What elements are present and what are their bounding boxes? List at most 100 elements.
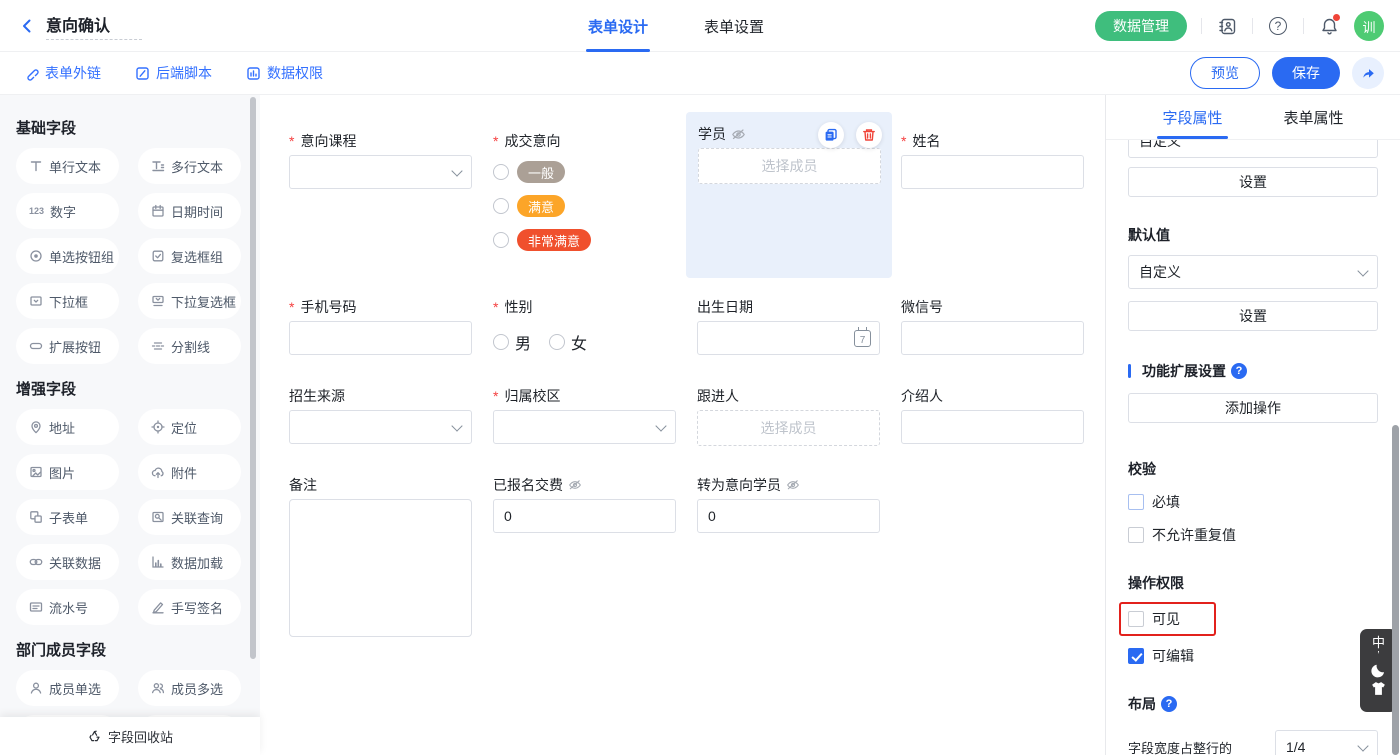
preview-button[interactable]: 预览 [1190, 57, 1260, 89]
default-value-select[interactable]: 自定义 [1128, 255, 1378, 289]
palette-item-extension-button[interactable]: 扩展按钮 [16, 328, 119, 364]
editable-checkbox[interactable] [1128, 648, 1144, 664]
palette-item-checkbox-group[interactable]: 复选框组 [138, 238, 241, 274]
palette-item-datetime[interactable]: 日期时间 [138, 193, 241, 229]
radio-icon[interactable] [549, 334, 565, 350]
notification-bell-icon[interactable] [1318, 15, 1340, 37]
palette-item-attachment[interactable]: 附件 [138, 454, 241, 490]
field-intent-course[interactable]: *意向课程 [289, 112, 493, 278]
palette-item-signature[interactable]: 手写签名 [138, 589, 241, 625]
editable-checkbox-row[interactable]: 可编辑 [1128, 646, 1378, 666]
field-converted[interactable]: 转为意向学员 0 [697, 477, 901, 637]
intent-course-select[interactable] [289, 155, 472, 189]
field-recycle-bin[interactable]: 字段回收站 [0, 717, 260, 755]
add-operation-button[interactable]: 添加操作 [1128, 393, 1378, 423]
back-button[interactable] [18, 17, 36, 35]
satisfaction-option-general[interactable]: 一般 [493, 161, 697, 183]
palette-item-radio-group[interactable]: 单选按钮组 [16, 238, 119, 274]
field-follower[interactable]: 跟进人 选择成员 [697, 388, 901, 446]
help-icon[interactable]: ? [1161, 696, 1177, 712]
save-button[interactable]: 保存 [1272, 57, 1340, 89]
field-gender[interactable]: *性别 男 女 [493, 299, 697, 355]
source-select[interactable] [289, 410, 472, 444]
palette-item-subform[interactable]: 子表单 [16, 499, 119, 535]
field-phone[interactable]: *手机号码 [289, 299, 493, 355]
tab-form-properties[interactable]: 表单属性 [1283, 95, 1343, 139]
required-checkbox-row[interactable]: 必填 [1128, 492, 1378, 512]
no-duplicate-checkbox[interactable] [1128, 527, 1144, 543]
palette-item-linked-data[interactable]: 关联数据 [16, 544, 119, 580]
field-width-select[interactable]: 1/4 [1275, 730, 1378, 755]
form-external-link[interactable]: 表单外链 [24, 63, 101, 83]
delete-field-button[interactable] [856, 122, 882, 148]
visible-checkbox[interactable] [1128, 611, 1144, 627]
field-birthday[interactable]: 出生日期 7 [697, 299, 901, 355]
avatar[interactable]: 训 [1354, 11, 1384, 41]
radio-icon[interactable] [493, 232, 509, 248]
tab-form-design[interactable]: 表单设计 [588, 0, 648, 52]
phone-input[interactable] [289, 321, 472, 355]
palette-item-lookup-query[interactable]: 关联查询 [138, 499, 241, 535]
follower-member-picker[interactable]: 选择成员 [697, 410, 880, 446]
field-remark[interactable]: 备注 [289, 477, 493, 637]
palette-item-select[interactable]: 下拉框 [16, 283, 119, 319]
gender-option-male[interactable]: 男 [493, 330, 531, 354]
palette-item-divider-line[interactable]: 分割线 [138, 328, 241, 364]
radio-icon[interactable] [493, 164, 509, 180]
data-manage-button[interactable]: 数据管理 [1095, 11, 1187, 41]
field-paid[interactable]: 已报名交费 0 [493, 477, 697, 637]
palette-item-serial-number[interactable]: 流水号 [16, 589, 119, 625]
radio-icon[interactable] [493, 198, 509, 214]
introducer-input[interactable] [901, 410, 1084, 444]
satisfaction-option-satisfied[interactable]: 满意 [493, 195, 697, 217]
copy-field-button[interactable] [818, 122, 844, 148]
ime-punctuation-indicator[interactable]: ’ [1377, 652, 1379, 660]
field-introducer[interactable]: 介绍人 [901, 388, 1086, 446]
field-wechat[interactable]: 微信号 [901, 299, 1086, 355]
sidebar-scrollbar[interactable] [250, 97, 256, 659]
page-scrollbar[interactable] [1392, 425, 1399, 755]
moon-icon[interactable] [1370, 662, 1387, 679]
field-deal-intent[interactable]: *成交意向 一般 满意 非常满意 [493, 112, 697, 278]
shirt-skin-icon[interactable] [1370, 681, 1387, 696]
palette-item-address[interactable]: 地址 [16, 409, 119, 445]
backend-script-link[interactable]: 后端脚本 [135, 63, 212, 83]
satisfaction-option-very-satisfied[interactable]: 非常满意 [493, 229, 697, 251]
palette-item-member-multi[interactable]: 成员多选 [138, 670, 241, 706]
palette-item-number[interactable]: 123数字 [16, 193, 119, 229]
data-permission-link[interactable]: 数据权限 [246, 63, 323, 83]
palette-item-data-load[interactable]: 数据加载 [138, 544, 241, 580]
required-checkbox[interactable] [1128, 494, 1144, 510]
setting-button-2[interactable]: 设置 [1128, 301, 1378, 331]
palette-item-image[interactable]: 图片 [16, 454, 119, 490]
name-input[interactable] [901, 155, 1084, 189]
wechat-input[interactable] [901, 321, 1084, 355]
no-duplicate-checkbox-row[interactable]: 不允许重复值 [1128, 525, 1378, 545]
birthday-input[interactable]: 7 [697, 321, 880, 355]
converted-input[interactable]: 0 [697, 499, 880, 533]
tab-form-settings[interactable]: 表单设置 [704, 0, 764, 52]
clipped-top-select[interactable]: 自定义 [1128, 140, 1378, 158]
campus-select[interactable] [493, 410, 676, 444]
field-campus[interactable]: *归属校区 [493, 388, 697, 446]
palette-item-member-single[interactable]: 成员单选 [16, 670, 119, 706]
field-name[interactable]: *姓名 [901, 112, 1086, 278]
setting-button-1[interactable]: 设置 [1128, 167, 1378, 197]
paid-input[interactable]: 0 [493, 499, 676, 533]
ime-language-indicator[interactable]: 中 [1372, 636, 1385, 650]
field-source[interactable]: 招生来源 [289, 388, 493, 446]
palette-item-single-line-text[interactable]: 单行文本 [16, 148, 119, 184]
student-member-picker[interactable]: 选择成员 [698, 148, 881, 184]
share-button[interactable] [1352, 57, 1384, 89]
help-icon[interactable]: ? [1267, 15, 1289, 37]
help-icon[interactable]: ? [1231, 363, 1247, 379]
palette-item-multi-select[interactable]: 下拉复选框 [138, 283, 241, 319]
radio-icon[interactable] [493, 334, 509, 350]
field-student-selected[interactable]: 学员 选择成员 [686, 112, 892, 278]
gender-option-female[interactable]: 女 [549, 330, 587, 354]
remark-textarea[interactable] [289, 499, 472, 637]
docs-book-icon[interactable] [1216, 15, 1238, 37]
tab-field-properties[interactable]: 字段属性 [1162, 95, 1222, 139]
palette-item-multi-line-text[interactable]: 多行文本 [138, 148, 241, 184]
palette-item-locate[interactable]: 定位 [138, 409, 241, 445]
